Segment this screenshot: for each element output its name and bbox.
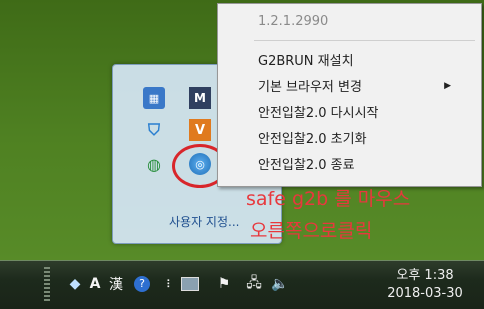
clock-time: 오후 1:38: [396, 268, 454, 283]
annotation-line2: 오른쪽으로클릭: [250, 220, 373, 242]
taskbar-clock[interactable]: 오후 1:38 2018-03-30: [370, 267, 480, 303]
help-icon[interactable]: ?: [132, 273, 152, 295]
v-app-icon[interactable]: V: [189, 119, 211, 141]
window-icon[interactable]: [180, 273, 200, 295]
customize-link[interactable]: 사용자 지정...: [169, 213, 239, 230]
menu-item-exit[interactable]: 안전입찰2.0 종료: [258, 154, 355, 173]
submenu-arrow-icon: ▶: [444, 81, 451, 91]
tray-expand-icon[interactable]: ◆: [66, 273, 84, 295]
m-app-icon[interactable]: M: [189, 87, 211, 109]
network-icon[interactable]: 🖧: [244, 273, 264, 295]
ime-pad-icon[interactable]: ⠇: [164, 273, 176, 295]
annotation-line1: safe g2b 를 마우스: [246, 188, 411, 210]
taskbar-grip: [44, 267, 50, 303]
browser-globe-icon[interactable]: ◍: [143, 153, 165, 175]
action-center-flag-icon[interactable]: ⚑: [214, 273, 234, 295]
network-monitor-icon[interactable]: ▦: [143, 87, 165, 109]
menu-item-change-browser[interactable]: 기본 브라우저 변경: [258, 76, 362, 95]
clock-date: 2018-03-30: [387, 286, 463, 301]
ime-mode-button[interactable]: A: [86, 273, 104, 295]
menu-item-restart[interactable]: 안전입찰2.0 다시시작: [258, 102, 379, 121]
menu-item-reset[interactable]: 안전입찰2.0 초기화: [258, 128, 367, 147]
taskbar: ◆ A 漢 ? ⠇ ⚑ 🖧 🔈 오후 1:38 2018-03-30: [0, 260, 484, 309]
menu-version: 1.2.1.2990: [258, 14, 329, 29]
shield-icon[interactable]: ⛉: [143, 119, 165, 141]
menu-separator: [254, 40, 475, 41]
hanja-button[interactable]: 漢: [106, 273, 126, 295]
menu-item-reinstall[interactable]: G2BRUN 재설치: [258, 50, 354, 69]
volume-icon[interactable]: 🔈: [270, 273, 290, 295]
context-menu: 1.2.1.2990 G2BRUN 재설치 기본 브라우저 변경 ▶ 안전입찰2…: [217, 3, 482, 187]
